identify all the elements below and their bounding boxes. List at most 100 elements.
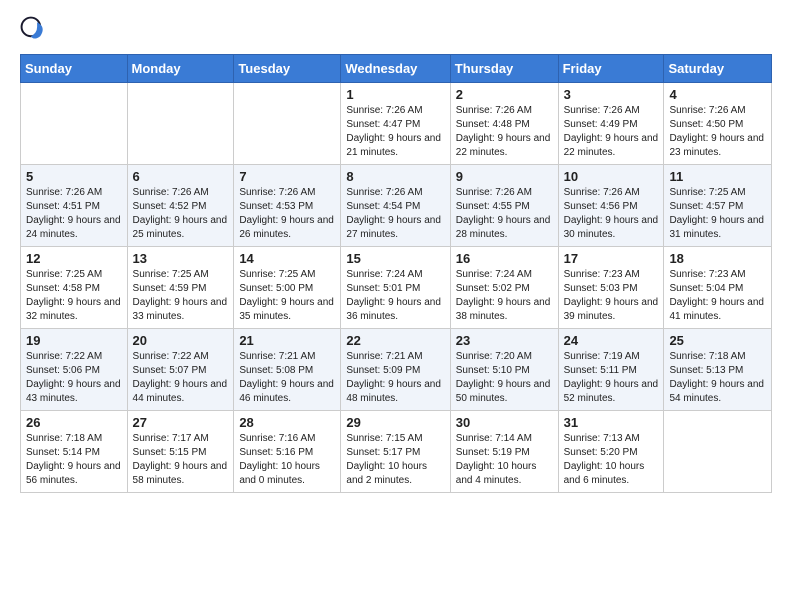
- day-number: 17: [564, 251, 659, 266]
- calendar-day-cell: 28Sunrise: 7:16 AMSunset: 5:16 PMDayligh…: [234, 411, 341, 493]
- day-info: Sunrise: 7:23 AMSunset: 5:03 PMDaylight:…: [564, 268, 659, 324]
- sunset-label: Sunset: 5:11 PM: [564, 365, 637, 376]
- day-number: 18: [669, 251, 766, 266]
- calendar-day-cell: [127, 83, 234, 165]
- daylight-label: Daylight: 9 hours and 24 minutes.: [26, 215, 121, 240]
- sunrise-label: Sunrise: 7:26 AM: [564, 105, 640, 116]
- sunrise-label: Sunrise: 7:26 AM: [564, 187, 640, 198]
- calendar-day-cell: 25Sunrise: 7:18 AMSunset: 5:13 PMDayligh…: [664, 329, 772, 411]
- calendar-day-cell: 26Sunrise: 7:18 AMSunset: 5:14 PMDayligh…: [21, 411, 128, 493]
- day-of-week-header: Saturday: [664, 55, 772, 83]
- day-of-week-header: Sunday: [21, 55, 128, 83]
- day-info: Sunrise: 7:20 AMSunset: 5:10 PMDaylight:…: [456, 350, 553, 406]
- day-number: 4: [669, 87, 766, 102]
- day-info: Sunrise: 7:26 AMSunset: 4:48 PMDaylight:…: [456, 104, 553, 160]
- calendar-day-cell: [664, 411, 772, 493]
- day-info: Sunrise: 7:26 AMSunset: 4:55 PMDaylight:…: [456, 186, 553, 242]
- calendar-day-cell: 19Sunrise: 7:22 AMSunset: 5:06 PMDayligh…: [21, 329, 128, 411]
- day-info: Sunrise: 7:26 AMSunset: 4:49 PMDaylight:…: [564, 104, 659, 160]
- sunrise-label: Sunrise: 7:26 AM: [456, 187, 532, 198]
- calendar-day-cell: 17 Sunrise: 7:23 AMSunset: 5:03 PMDayligh…: [558, 247, 664, 329]
- calendar-day-cell: 31Sunrise: 7:13 AMSunset: 5:20 PMDayligh…: [558, 411, 664, 493]
- calendar-day-cell: 7Sunrise: 7:26 AMSunset: 4:53 PMDaylight…: [234, 165, 341, 247]
- sunset-label: Sunset: 5:00 PM: [239, 283, 313, 294]
- sunset-label: Sunset: 5:07 PM: [133, 365, 207, 376]
- calendar-day-cell: [234, 83, 341, 165]
- calendar-day-cell: 9 Sunrise: 7:26 AMSunset: 4:55 PMDaylight…: [450, 165, 558, 247]
- sunrise-label: Sunrise: 7:22 AM: [26, 351, 102, 362]
- daylight-label: Daylight: 10 hours and 2 minutes.: [346, 461, 427, 486]
- sunrise-label: Sunrise: 7:18 AM: [669, 351, 745, 362]
- logo-icon: [20, 16, 48, 44]
- day-number: 30: [456, 415, 553, 430]
- sunrise-label: Sunrise: 7:24 AM: [346, 269, 422, 280]
- sunset-label: Sunset: 4:58 PM: [26, 283, 100, 294]
- day-number: 20: [133, 333, 229, 348]
- calendar-table: SundayMondayTuesdayWednesdayThursdayFrid…: [20, 54, 772, 493]
- day-info: Sunrise: 7:26 AMSunset: 4:47 PMDaylight:…: [346, 104, 444, 160]
- sunrise-label: Sunrise: 7:26 AM: [669, 105, 745, 116]
- calendar-day-cell: 29Sunrise: 7:15 AMSunset: 5:17 PMDayligh…: [341, 411, 450, 493]
- sunset-label: Sunset: 5:09 PM: [346, 365, 420, 376]
- sunrise-label: Sunrise: 7:25 AM: [669, 187, 745, 198]
- calendar-day-cell: 4 Sunrise: 7:26 AM Sunset: 4:50 PM Daylight…: [664, 83, 772, 165]
- day-info: Sunrise: 7:14 AMSunset: 5:19 PMDaylight:…: [456, 432, 553, 488]
- sunrise-label: Sunrise: 7:26 AM: [26, 187, 102, 198]
- sunrise-label: Sunrise: 7:13 AM: [564, 433, 640, 444]
- calendar-day-cell: 1Sunrise: 7:26 AMSunset: 4:47 PMDaylight…: [341, 83, 450, 165]
- day-info: Sunrise: 7:24 AMSunset: 5:02 PMDaylight:…: [456, 268, 553, 324]
- day-number: 9: [456, 169, 553, 184]
- daylight-label: Daylight: 9 hours and 33 minutes.: [133, 297, 228, 322]
- sunset-label: Sunset: 4:57 PM: [669, 201, 743, 212]
- sunrise-label: Sunrise: 7:26 AM: [346, 187, 422, 198]
- day-number: 28: [239, 415, 335, 430]
- calendar-week-row: 12Sunrise: 7:25 AMSunset: 4:58 PMDayligh…: [21, 247, 772, 329]
- day-number: 24: [564, 333, 659, 348]
- calendar-day-cell: 14 Sunrise: 7:25 AM Sunset: 5:00 PM Dayligh…: [234, 247, 341, 329]
- day-info: Sunrise: 7:23 AMSunset: 5:04 PMDaylight:…: [669, 268, 766, 324]
- day-number: 3: [564, 87, 659, 102]
- day-number: 14: [239, 251, 335, 266]
- day-number: 6: [133, 169, 229, 184]
- day-info: Sunrise: 7:24 AMSunset: 5:01 PMDaylight:…: [346, 268, 444, 324]
- day-number: 22: [346, 333, 444, 348]
- day-info: Sunrise: 7:25 AMSunset: 4:58 PMDaylight:…: [26, 268, 122, 324]
- calendar-day-cell: 22 Sunrise: 7:21 AM Sunset: 5:09 PM Dayligh…: [341, 329, 450, 411]
- daylight-label: Daylight: 9 hours and 31 minutes.: [669, 215, 764, 240]
- sunset-label: Sunset: 4:56 PM: [564, 201, 638, 212]
- daylight-label: Daylight: 9 hours and 38 minutes.: [456, 297, 551, 322]
- sunrise-label: Sunrise: 7:16 AM: [239, 433, 315, 444]
- daylight-label: Daylight: 10 hours and 6 minutes.: [564, 461, 645, 486]
- daylight-label: Daylight: 10 hours and 4 minutes.: [456, 461, 537, 486]
- daylight-label: Daylight: 9 hours and 23 minutes.: [669, 133, 764, 158]
- sunrise-label: Sunrise: 7:21 AM: [346, 351, 422, 362]
- calendar-day-cell: 21Sunrise: 7:21 AMSunset: 5:08 PMDayligh…: [234, 329, 341, 411]
- calendar-week-row: 19Sunrise: 7:22 AMSunset: 5:06 PMDayligh…: [21, 329, 772, 411]
- day-number: 27: [133, 415, 229, 430]
- daylight-label: Daylight: 9 hours and 35 minutes.: [239, 297, 334, 322]
- day-info: Sunrise: 7:19 AMSunset: 5:11 PMDaylight:…: [564, 350, 659, 406]
- day-info: Sunrise: 7:18 AMSunset: 5:13 PMDaylight:…: [669, 350, 766, 406]
- day-info: Sunrise: 7:25 AMSunset: 4:59 PMDaylight:…: [133, 268, 229, 324]
- page: SundayMondayTuesdayWednesdayThursdayFrid…: [0, 0, 792, 509]
- sunset-label: Sunset: 5:14 PM: [26, 447, 100, 458]
- sunrise-label: Sunrise: 7:26 AM: [133, 187, 209, 198]
- calendar-day-cell: 18 Sunrise: 7:23 AMSunset: 5:04 PMDayligh…: [664, 247, 772, 329]
- sunrise-label: Sunrise: 7:21 AM: [239, 351, 315, 362]
- sunset-label: Sunset: 4:50 PM: [669, 119, 743, 130]
- sunrise-label: Sunrise: 7:25 AM: [239, 269, 315, 280]
- day-info: Sunrise: 7:26 AMSunset: 4:54 PMDaylight:…: [346, 186, 444, 242]
- day-of-week-header: Thursday: [450, 55, 558, 83]
- daylight-label: Daylight: 9 hours and 39 minutes.: [564, 297, 659, 322]
- day-number: 11: [669, 169, 766, 184]
- calendar-day-cell: 8Sunrise: 7:26 AMSunset: 4:54 PMDaylight…: [341, 165, 450, 247]
- calendar-day-cell: 16Sunrise: 7:24 AMSunset: 5:02 PMDayligh…: [450, 247, 558, 329]
- daylight-label: Daylight: 9 hours and 30 minutes.: [564, 215, 659, 240]
- day-info: Sunrise: 7:15 AMSunset: 5:17 PMDaylight:…: [346, 432, 444, 488]
- sunrise-label: Sunrise: 7:17 AM: [133, 433, 209, 444]
- calendar-week-row: 26Sunrise: 7:18 AMSunset: 5:14 PMDayligh…: [21, 411, 772, 493]
- daylight-label: Daylight: 9 hours and 48 minutes.: [346, 379, 441, 404]
- daylight-label: Daylight: 9 hours and 22 minutes.: [564, 133, 659, 158]
- day-info: Sunrise: 7:26 AMSunset: 4:51 PMDaylight:…: [26, 186, 122, 242]
- sunset-label: Sunset: 4:47 PM: [346, 119, 420, 130]
